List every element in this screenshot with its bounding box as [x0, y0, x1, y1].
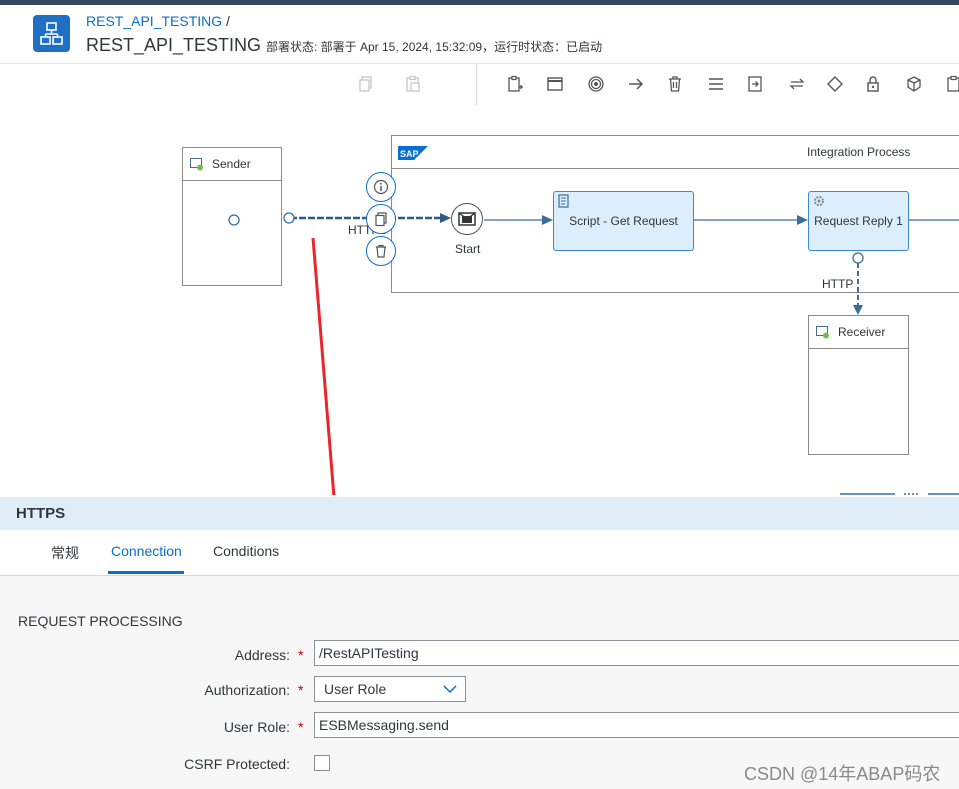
request-reply-step[interactable]: Request Reply 1: [808, 191, 909, 251]
csrf-checkbox[interactable]: [314, 755, 330, 771]
validate-icon[interactable]: [940, 70, 959, 98]
delete-icon[interactable]: [661, 70, 689, 98]
pool-icon[interactable]: [541, 70, 569, 98]
receiver-connection-label: HTTP: [822, 277, 854, 291]
object-header: REST_API_TESTING / REST_API_TESTING 部署状态…: [0, 5, 959, 63]
user-role-label: User Role:: [223, 719, 290, 735]
delete-button[interactable]: [366, 236, 396, 266]
breadcrumb: REST_API_TESTING /: [86, 13, 230, 29]
receiver-participant[interactable]: Receiver: [808, 315, 909, 455]
address-input[interactable]: [314, 640, 959, 666]
tab-conditions[interactable]: Conditions: [213, 543, 279, 559]
receiver-header: Receiver: [809, 316, 908, 349]
message-icon: [458, 212, 476, 226]
copy-icon: [375, 212, 387, 227]
panel-title: HTTPS: [16, 505, 66, 522]
start-label: Start: [455, 242, 481, 256]
required-marker: *: [298, 682, 304, 698]
tab-general[interactable]: 常规: [51, 543, 79, 563]
call-icon[interactable]: [741, 70, 769, 98]
csrf-label: CSRF Protected:: [184, 756, 290, 772]
script-icon: [558, 194, 569, 208]
breadcrumb-separator: /: [226, 13, 230, 29]
event-icon[interactable]: [582, 70, 610, 98]
active-tab-indicator: [108, 571, 184, 574]
copy-icon[interactable]: [352, 70, 380, 98]
integration-flow-icon: [33, 15, 70, 52]
sender-connection-arrow: [440, 213, 451, 223]
script-step[interactable]: Script - Get Request: [553, 191, 694, 251]
participant-icon: [816, 325, 829, 338]
section-title: REQUEST PROCESSING: [18, 613, 183, 629]
package-icon[interactable]: [900, 70, 928, 98]
copy-button[interactable]: [366, 204, 396, 234]
panel-splitter[interactable]: [0, 489, 959, 497]
annotation-arrow: [311, 237, 336, 495]
required-marker: *: [298, 647, 304, 663]
gateway-icon[interactable]: [821, 70, 849, 98]
authorization-value: User Role: [324, 681, 387, 697]
request-reply-label: Request Reply 1: [814, 214, 903, 228]
chevron-down-icon: [443, 685, 457, 694]
toolbar-separator: [476, 64, 477, 105]
breadcrumb-link[interactable]: REST_API_TESTING: [86, 13, 222, 29]
info-icon: [373, 179, 389, 195]
delete-icon: [376, 244, 386, 258]
page-title: REST_API_TESTING: [86, 35, 262, 55]
properties-panel: HTTPS 常规 Connection Conditions REQUEST P…: [0, 497, 959, 789]
required-marker: *: [298, 719, 304, 735]
panel-tabs: 常规 Connection Conditions: [0, 530, 959, 576]
deployment-status: 部署状态: 部署于 Apr 15, 2024, 15:32:09，运行时状态：已…: [266, 40, 603, 54]
address-label: Address:: [234, 647, 290, 663]
tab-connection[interactable]: Connection: [111, 543, 182, 559]
diagram-toolbar: [0, 63, 959, 106]
paste-icon[interactable]: [399, 70, 427, 98]
authorization-select[interactable]: User Role: [314, 676, 466, 702]
connector-icon[interactable]: [622, 70, 650, 98]
watermark: CSDN @14年ABAP码农: [744, 764, 941, 784]
security-icon[interactable]: [859, 70, 887, 98]
start-event[interactable]: [451, 203, 483, 235]
authorization-label: Authorization:: [204, 682, 290, 698]
diagram-canvas[interactable]: Sender SAP Integration Process HTTPS Sta…: [0, 105, 959, 495]
menu-icon[interactable]: [702, 70, 730, 98]
script-step-label: Script - Get Request: [569, 214, 678, 228]
info-button[interactable]: [366, 172, 396, 202]
receiver-label: Receiver: [838, 325, 886, 339]
mapping-icon[interactable]: [783, 70, 811, 98]
add-participant-icon[interactable]: [501, 70, 529, 98]
panel-header: HTTPS: [0, 497, 959, 530]
connection-handle: [283, 212, 295, 224]
user-role-input[interactable]: [314, 712, 959, 738]
gear-icon: [814, 196, 824, 206]
